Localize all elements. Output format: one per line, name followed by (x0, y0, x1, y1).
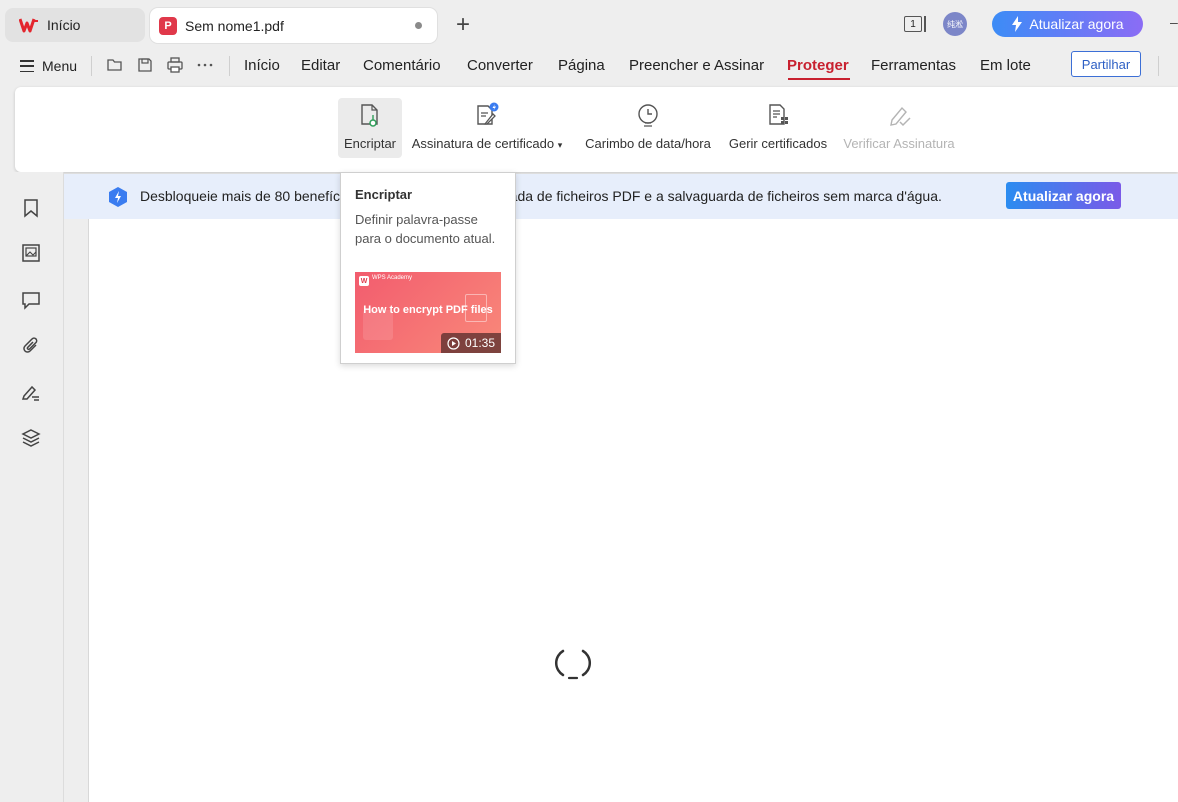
print-icon[interactable] (166, 56, 184, 74)
menu-preencher-assinar[interactable]: Preencher e Assinar (629, 57, 764, 77)
verify-pen-icon (890, 106, 911, 127)
menu-pagina[interactable]: Página (558, 57, 605, 77)
hamburger-icon (20, 60, 34, 72)
save-icon[interactable] (136, 56, 154, 74)
tab-document[interactable]: P Sem nome1.pdf (150, 8, 437, 43)
protect-ribbon: Encriptar Assinatura de certificado ▾ Ca… (15, 87, 1178, 172)
menu-converter[interactable]: Converter (467, 57, 533, 77)
manage-certificates-button[interactable]: Gerir certificados (725, 98, 831, 158)
encrypt-tooltip: Encriptar Definir palavra-passe para o d… (340, 172, 516, 364)
main-menu-label: Menu (42, 58, 78, 74)
main-menu-button[interactable]: Menu (20, 56, 77, 76)
pdf-file-icon: P (159, 16, 177, 35)
timestamp-button[interactable]: Carimbo de data/hora (579, 98, 717, 158)
tab-home-label: Início (47, 17, 81, 33)
upgrade-now-label: Atualizar agora (1029, 16, 1124, 32)
menu-editar[interactable]: Editar (301, 57, 340, 77)
title-bar: Início P Sem nome1.pdf + 1 纯淞 Atualizar … (0, 0, 1178, 48)
more-options-icon[interactable] (196, 56, 214, 74)
menu-ferramentas[interactable]: Ferramentas (871, 57, 956, 77)
page-view-icon[interactable]: 1 (904, 15, 928, 33)
banner-text: Desbloqueie mais de 80 benefícios, inclu… (140, 188, 942, 204)
document-gutter (64, 219, 88, 802)
certificate-list-icon (769, 104, 788, 125)
bookmark-icon[interactable] (21, 198, 41, 218)
window-minimize-icon[interactable]: – (1170, 14, 1178, 30)
thumbnail-image-icon[interactable] (21, 243, 41, 263)
wps-academy-logo-icon: W (359, 276, 369, 286)
menu-proteger[interactable]: Proteger (787, 57, 849, 77)
upgrade-now-button[interactable]: Atualizar agora (992, 11, 1143, 37)
menu-inicio[interactable]: Início (244, 57, 280, 77)
document-canvas[interactable] (88, 219, 1178, 802)
divider (91, 56, 92, 76)
manage-certificates-label: Gerir certificados (728, 136, 828, 151)
encrypt-label: Encriptar (343, 136, 397, 151)
attachment-icon[interactable] (21, 336, 41, 356)
divider (229, 56, 230, 76)
certificate-signature-icon (477, 102, 499, 125)
layers-icon[interactable] (21, 428, 41, 448)
loading-spinner-icon (554, 649, 592, 680)
play-icon (447, 336, 460, 350)
encrypt-lock-icon (361, 104, 378, 127)
active-tab-underline (788, 78, 850, 80)
menu-em-lote[interactable]: Em lote (980, 57, 1031, 77)
video-title: How to encrypt PDF files (363, 304, 493, 316)
video-academy-label: WPS Academy (372, 275, 413, 281)
tutorial-video-thumbnail[interactable]: W WPS Academy How to encrypt PDF files 0… (355, 272, 501, 353)
verify-signature-button[interactable]: Verificar Assinatura (840, 98, 958, 158)
tab-home[interactable]: Início (5, 8, 145, 42)
open-folder-icon[interactable] (106, 56, 124, 74)
share-button[interactable]: Partilhar (1071, 51, 1141, 77)
verify-signature-label: Verificar Assinatura (843, 136, 955, 151)
page-count: 1 (904, 16, 922, 32)
avatar[interactable]: 纯淞 (943, 12, 967, 36)
left-sidebar (0, 172, 64, 802)
tooltip-title: Encriptar (355, 187, 413, 202)
video-duration-badge: 01:35 (440, 333, 501, 353)
wps-logo-icon (19, 18, 38, 33)
divider (1158, 56, 1159, 76)
premium-shield-icon (109, 187, 127, 207)
tab-document-label: Sem nome1.pdf (185, 17, 284, 34)
menu-bar: Menu Início Editar Comentário Converter … (0, 48, 1178, 84)
dropdown-chevron-icon: ▾ (557, 140, 563, 150)
banner-upgrade-button[interactable]: Atualizar agora (1006, 182, 1121, 209)
unsaved-dot-icon[interactable] (415, 22, 422, 29)
tooltip-description: Definir palavra-passe para o documento a… (355, 212, 496, 246)
certificate-signature-button[interactable]: Assinatura de certificado ▾ (409, 98, 565, 158)
comment-icon[interactable] (21, 290, 41, 310)
timestamp-label: Carimbo de data/hora (585, 136, 711, 151)
video-duration: 01:35 (464, 336, 495, 350)
certificate-signature-label: Assinatura de certificado ▾ (411, 136, 563, 151)
lightning-icon (1012, 16, 1023, 32)
encrypt-button[interactable]: Encriptar (338, 98, 402, 158)
menu-comentario[interactable]: Comentário (363, 57, 441, 77)
signature-pen-icon[interactable] (21, 382, 41, 402)
upgrade-banner: Desbloqueie mais de 80 benefícios, inclu… (64, 174, 1178, 219)
new-tab-plus-icon[interactable]: + (452, 12, 474, 38)
clock-stamp-icon (638, 104, 658, 127)
